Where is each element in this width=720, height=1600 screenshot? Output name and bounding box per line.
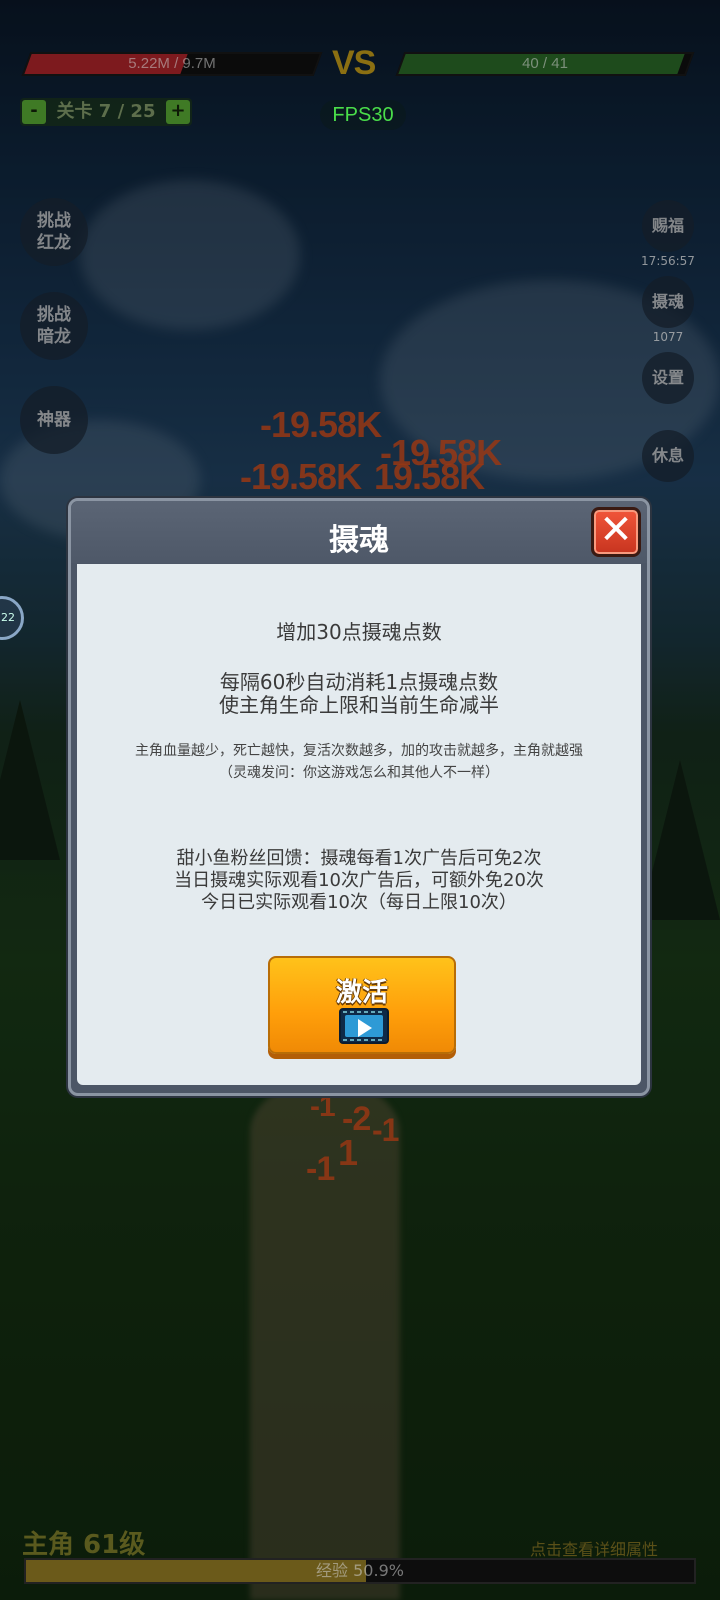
level-selector: - 关卡 7 / 25 + [20,98,192,126]
soul-count: 1077 [652,330,684,344]
settings-label: 设置 [651,368,684,387]
view-details-link[interactable]: 点击查看详细属性 [530,1536,658,1560]
player-hp-bar: 5.22M / 9.7M [21,52,323,76]
activate-label: 激活 [335,978,388,1008]
experience-bar: 经验 50.9% [24,1558,696,1584]
soul-label: 摄魂 [651,292,684,311]
video-ad-icon [339,1008,389,1044]
dialog-line-8: 今日已实际观看10次（每日上限10次） [201,892,517,913]
dialog-line-4: 主角血量越少，死亡越快，复活次数越多，加的攻击就越多，主角就越强 [135,743,583,759]
activate-button[interactable]: 激活 [268,956,456,1054]
experience-text: 经验 50.9% [316,1561,404,1580]
damage-number: 1 [338,1132,358,1173]
damage-number: -19.58K [260,404,382,445]
artifact-label: 神器 [37,410,71,430]
bless-button[interactable]: 赐福 [642,200,694,252]
damage-number: -1 [306,1150,335,1188]
damage-number: -19.58K [240,456,362,497]
damage-number: 19.58K [374,456,485,497]
challenge-red-dragon-label: 挑战红龙 [37,211,71,253]
enemy-hp-bar: 40 / 41 [395,52,695,76]
fps-counter: FPS30 [320,100,406,130]
player-hp-text: 5.22M / 9.7M [128,55,216,72]
bless-label: 赐福 [651,216,684,235]
settings-button[interactable]: 设置 [642,352,694,404]
vs-label: VS [332,44,376,82]
dialog-line-3: 使主角生命上限和当前生命减半 [219,693,499,717]
dialog-line-1: 增加30点摄魂点数 [276,620,442,644]
rest-button[interactable]: 休息 [642,430,694,482]
dialog-line-5: （灵魂发问：你这游戏怎么和其他人不一样） [219,765,499,781]
damage-number: -1 [372,1112,399,1148]
level-minus-button[interactable]: - [22,100,46,124]
level-plus-button[interactable]: + [166,100,190,124]
dialog-body: 增加30点摄魂点数 每隔60秒自动消耗1点摄魂点数 使主角生命上限和当前生命减半… [77,564,641,1085]
close-button[interactable]: ✕ [591,507,641,557]
level-text: 关卡 7 / 25 [56,101,156,122]
challenge-dark-dragon-label: 挑战暗龙 [37,305,71,347]
soul-dialog: 摄魂 ✕ 增加30点摄魂点数 每隔60秒自动消耗1点摄魂点数 使主角生命上限和当… [68,498,650,1096]
enemy-hp-text: 40 / 41 [522,55,568,72]
bless-timer: 17:56:57 [641,254,695,268]
soul-button[interactable]: 摄魂 [642,276,694,328]
challenge-dark-dragon-button[interactable]: 挑战暗龙 [20,292,88,360]
challenge-red-dragon-button[interactable]: 挑战红龙 [20,198,88,266]
dialog-title: 摄魂 [329,523,389,558]
rest-label: 休息 [651,446,684,465]
dialog-header: 摄魂 ✕ [71,501,647,563]
artifact-button[interactable]: 神器 [20,386,88,454]
close-x-icon: ✕ [599,507,633,553]
character-level: 主角 61级 [22,1530,146,1560]
